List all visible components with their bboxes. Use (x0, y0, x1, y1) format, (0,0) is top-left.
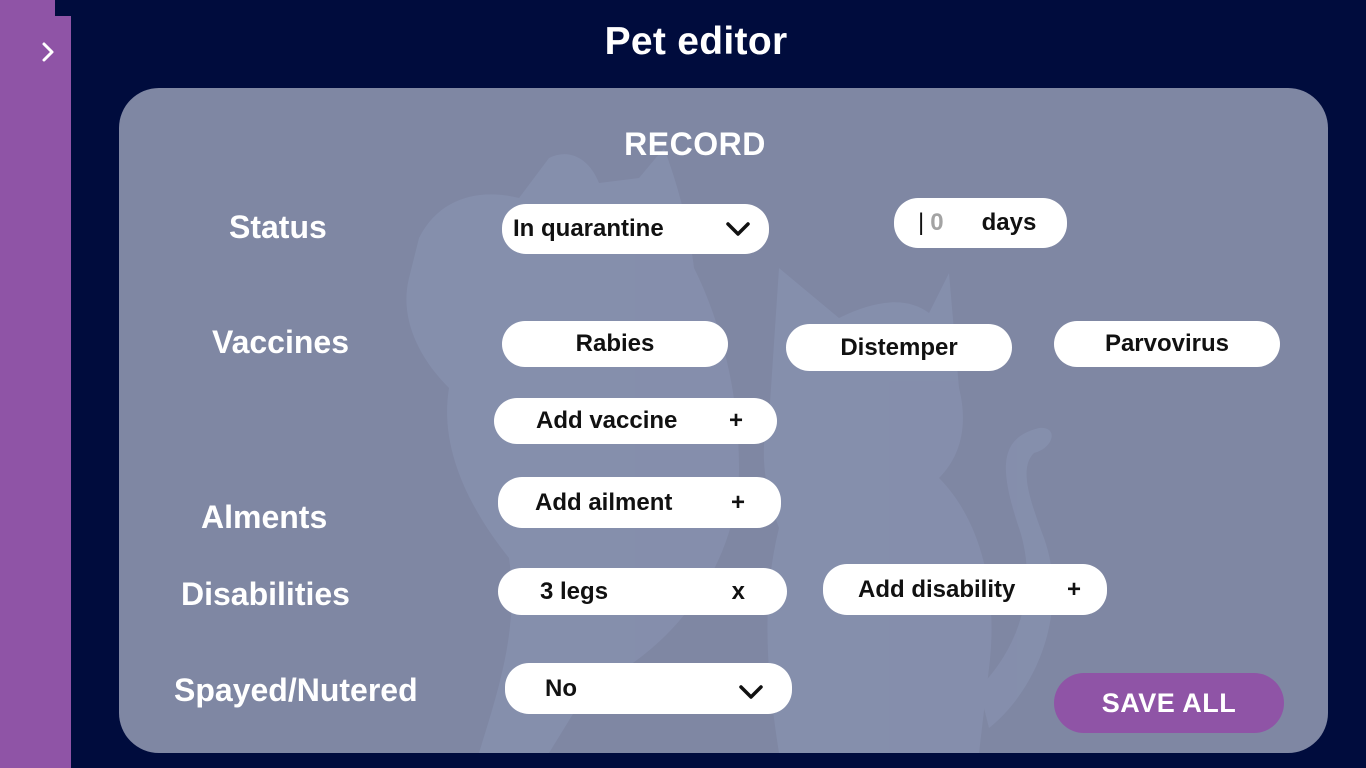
vaccine-chip-distemper[interactable]: Distemper (786, 324, 1012, 371)
spayed-label: Spayed/Nutered (174, 672, 418, 708)
add-ailment-button[interactable]: Add ailment + (498, 477, 781, 528)
days-input[interactable]: 0 (930, 209, 943, 237)
chevron-right-icon (42, 42, 54, 62)
plus-icon: + (730, 488, 745, 516)
vaccine-chip-rabies[interactable]: Rabies (502, 321, 728, 367)
spayed-select[interactable]: No (505, 663, 792, 714)
text-cursor: | (918, 209, 925, 236)
save-all-button[interactable]: SAVE ALL (1054, 673, 1284, 733)
vaccines-label: Vaccines (212, 324, 349, 360)
chevron-down-icon (739, 685, 763, 699)
plus-icon: + (1066, 575, 1081, 603)
add-disability-label: Add disability (858, 575, 1016, 603)
disabilities-label: Disabilities (181, 576, 350, 612)
chevron-down-icon (726, 222, 750, 236)
sidebar (0, 0, 71, 768)
add-vaccine-label: Add vaccine (536, 407, 678, 434)
status-select[interactable]: In quarantine (502, 204, 769, 254)
vaccine-chip-parvovirus[interactable]: Parvovirus (1054, 321, 1280, 367)
add-vaccine-button[interactable]: Add vaccine + (494, 398, 777, 444)
status-label: Status (229, 209, 327, 245)
ailments-label: Alments (201, 499, 328, 535)
record-card: RECORD Status In quarantine | 0 days Vac… (119, 88, 1328, 753)
remove-disability-icon[interactable]: x (732, 578, 745, 606)
disability-chip-3-legs[interactable]: 3 legs x (498, 568, 787, 615)
record-section-title: RECORD (624, 126, 766, 162)
page-title: Pet editor (604, 20, 788, 63)
add-disability-button[interactable]: Add disability + (823, 564, 1107, 615)
days-unit: days (981, 209, 1037, 236)
sidebar-notch (55, 0, 71, 16)
plus-icon: + (728, 407, 743, 434)
status-selected-value: In quarantine (513, 215, 664, 242)
add-ailment-label: Add ailment (535, 488, 673, 516)
quarantine-days-field[interactable]: | 0 days (894, 198, 1067, 248)
disability-chip-label: 3 legs (540, 577, 609, 605)
spayed-selected-value: No (545, 674, 577, 702)
sidebar-toggle-button[interactable] (34, 38, 62, 66)
